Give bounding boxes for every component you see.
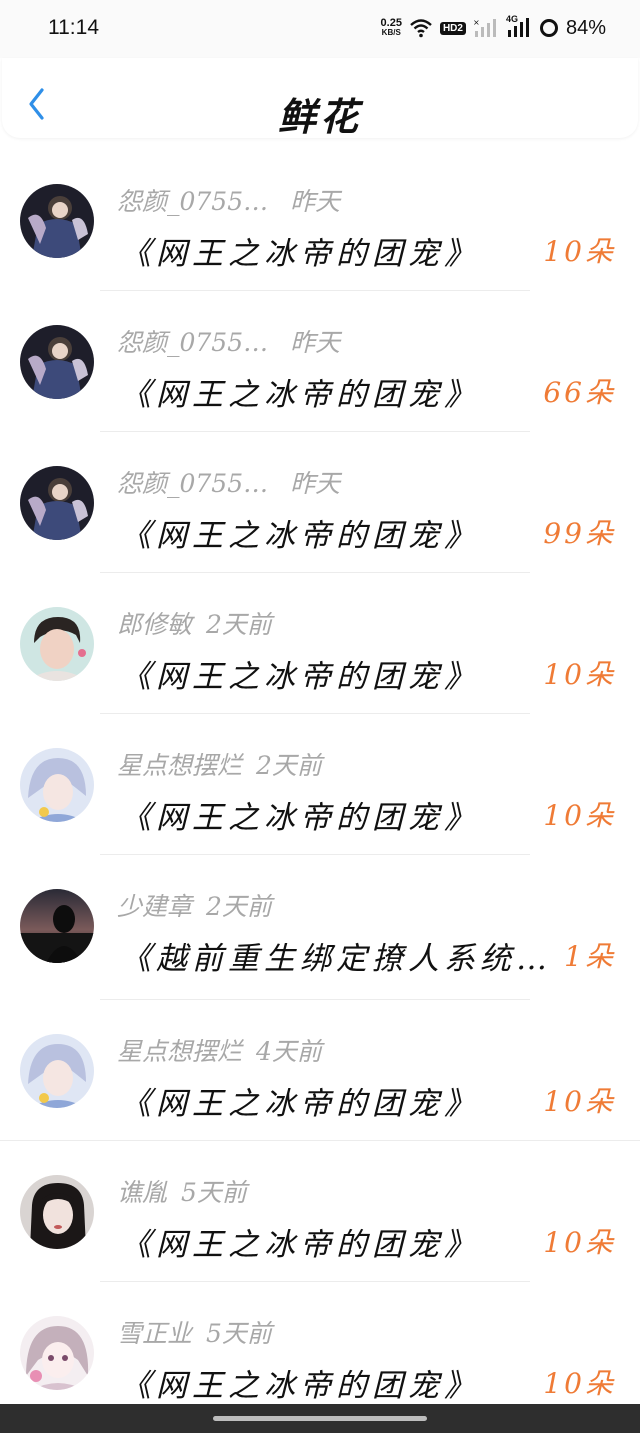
- username[interactable]: 雪正业: [117, 1319, 192, 1348]
- book-title[interactable]: 《网王之冰帝的团宠》: [120, 369, 480, 414]
- flower-count: 10朵: [543, 1085, 616, 1118]
- book-title[interactable]: 《网王之冰帝的团宠》: [120, 228, 480, 273]
- book-title[interactable]: 《网王之冰帝的团宠》: [120, 1219, 480, 1264]
- book-title[interactable]: 《网王之冰帝的团宠》: [120, 792, 480, 837]
- list-item[interactable]: 怨颜_0755… 昨天 《网王之冰帝的团宠》 99朵: [0, 432, 640, 573]
- header-bar: 鲜花: [2, 58, 638, 139]
- record-time: 昨天: [290, 328, 341, 357]
- record-meta: 怨颜_0755… 昨天: [117, 464, 340, 500]
- home-indicator[interactable]: [213, 1416, 427, 1421]
- flower-count: 10朵: [543, 658, 616, 691]
- record-meta: 谯胤 5天前: [117, 1173, 247, 1209]
- navigation-bar: [0, 1404, 640, 1433]
- record-time: 5天前: [206, 1319, 272, 1348]
- list-item[interactable]: 少建章 2天前 《越前重生绑定撩人系统… 1朵: [0, 855, 640, 1000]
- status-time: 11:14: [48, 16, 99, 39]
- username[interactable]: 谯胤: [117, 1178, 167, 1207]
- status-bar: 11:14 0.25 KB/S HD2 × 4G 84%: [0, 0, 640, 58]
- record-time: 5天前: [181, 1178, 247, 1207]
- signal-icon-sim1: ×: [473, 18, 496, 37]
- book-title[interactable]: 《越前重生绑定撩人系统…: [120, 933, 552, 978]
- record-meta: 星点想摆烂 4天前: [117, 1032, 322, 1068]
- network-speed: 0.25 KB/S: [380, 17, 402, 38]
- book-title[interactable]: 《网王之冰帝的团宠》: [120, 1078, 480, 1123]
- flower-count: 10朵: [543, 1367, 616, 1400]
- sunset-avatar: [20, 889, 94, 963]
- flower-count: 99朵: [543, 517, 616, 550]
- pink-anime-avatar: [20, 1316, 94, 1390]
- username[interactable]: 少建章: [117, 892, 192, 921]
- woman-photo-avatar: [20, 607, 94, 681]
- username[interactable]: 怨颜_0755…: [117, 187, 268, 216]
- record-meta: 怨颜_0755… 昨天: [117, 323, 340, 359]
- list-item[interactable]: 谯胤 5天前 《网王之冰帝的团宠》 10朵: [0, 1141, 640, 1282]
- wifi-icon: [410, 19, 432, 38]
- anime-boy-avatar: [20, 184, 94, 258]
- username[interactable]: 郎修敏: [117, 610, 192, 639]
- anime-boy-avatar: [20, 325, 94, 399]
- record-time: 昨天: [290, 187, 341, 216]
- flower-count: 10朵: [543, 1226, 616, 1259]
- book-title[interactable]: 《网王之冰帝的团宠》: [120, 651, 480, 696]
- list-item[interactable]: 星点想摆烂 4天前 《网王之冰帝的团宠》 10朵: [0, 1000, 640, 1141]
- record-time: 2天前: [256, 751, 322, 780]
- record-meta: 星点想摆烂 2天前: [117, 746, 322, 782]
- flower-count: 10朵: [543, 235, 616, 268]
- username[interactable]: 怨颜_0755…: [117, 328, 268, 357]
- flower-record-list: 怨颜_0755… 昨天 《网王之冰帝的团宠》 10朵 怨颜_0755… 昨天 《网王…: [0, 150, 640, 1423]
- status-icons: 0.25 KB/S HD2 × 4G 84%: [381, 14, 606, 42]
- flower-count: 66朵: [543, 376, 616, 409]
- girl-photo-avatar: [20, 1175, 94, 1249]
- username[interactable]: 怨颜_0755…: [117, 469, 268, 498]
- record-time: 昨天: [290, 469, 341, 498]
- list-item[interactable]: 雪正业 5天前 《网王之冰帝的团宠》 10朵: [0, 1282, 640, 1423]
- record-meta: 怨颜_0755… 昨天: [117, 182, 340, 218]
- record-time: 2天前: [206, 892, 272, 921]
- record-time: 2天前: [206, 610, 272, 639]
- battery-percent: 84%: [565, 16, 606, 39]
- list-item[interactable]: 怨颜_0755… 昨天 《网王之冰帝的团宠》 66朵: [0, 291, 640, 432]
- hd-badge: HD2: [439, 21, 466, 35]
- anime-girl-avatar: [20, 748, 94, 822]
- username[interactable]: 星点想摆烂: [117, 1037, 242, 1066]
- record-meta: 少建章 2天前: [117, 887, 272, 923]
- page-title: 鲜花: [277, 94, 362, 139]
- list-item[interactable]: 怨颜_0755… 昨天 《网王之冰帝的团宠》 10朵: [0, 150, 640, 291]
- battery-ring-icon: [539, 19, 558, 37]
- list-item[interactable]: 星点想摆烂 2天前 《网王之冰帝的团宠》 10朵: [0, 714, 640, 855]
- book-title[interactable]: 《网王之冰帝的团宠》: [120, 510, 480, 555]
- svg-text:×: ×: [473, 18, 480, 27]
- book-title[interactable]: 《网王之冰帝的团宠》: [120, 1360, 480, 1405]
- record-meta: 郎修敏 2天前: [117, 605, 272, 641]
- flower-count: 1朵: [564, 940, 616, 973]
- anime-boy-avatar: [20, 466, 94, 540]
- record-time: 4天前: [256, 1037, 322, 1066]
- anime-girl-avatar: [20, 1034, 94, 1108]
- flower-count: 10朵: [543, 799, 616, 832]
- list-item[interactable]: 郎修敏 2天前 《网王之冰帝的团宠》 10朵: [0, 573, 640, 714]
- record-meta: 雪正业 5天前: [117, 1314, 272, 1350]
- username[interactable]: 星点想摆烂: [117, 751, 242, 780]
- signal-icon-sim2: 4G: [506, 14, 532, 38]
